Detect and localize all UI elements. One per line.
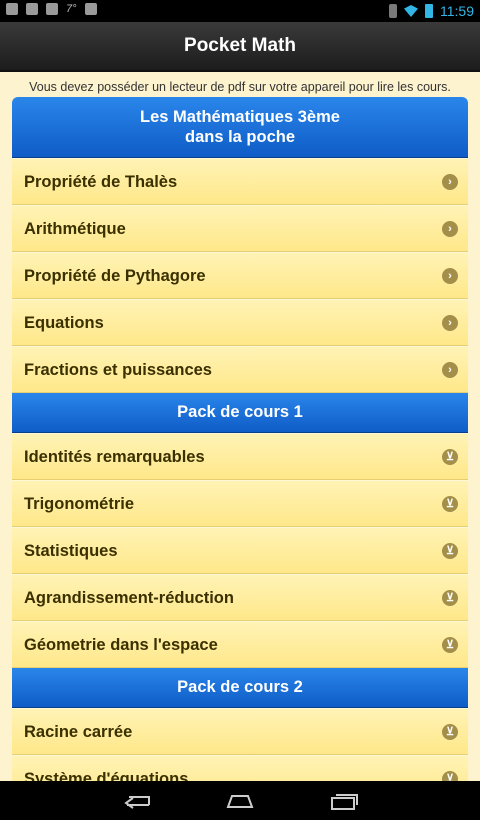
list-item-pythagore[interactable]: Propriété de Pythagore › — [12, 252, 468, 299]
recents-button[interactable] — [320, 787, 368, 815]
cart-icon: ⊻ — [442, 590, 458, 606]
cart-icon: ⊻ — [442, 543, 458, 559]
list-item-statistiques[interactable]: Statistiques ⊻ — [12, 527, 468, 574]
course-list[interactable]: Les Mathématiques 3ème dans la poche Pro… — [12, 97, 468, 781]
list-item-label: Identités remarquables — [24, 448, 205, 466]
list-item-label: Propriété de Thalès — [24, 173, 178, 191]
list-item-systeme[interactable]: Système d'équations ⊻ — [12, 755, 468, 781]
cart-icon: ⊻ — [442, 724, 458, 740]
home-icon — [226, 795, 254, 808]
list-item-racine[interactable]: Racine carrée ⊻ — [12, 708, 468, 755]
arrow-right-icon: › — [442, 362, 458, 378]
list-item-label: Equations — [24, 314, 104, 332]
section-header-pack-1: Pack de cours 1 — [12, 393, 468, 433]
list-item-label: Système d'équations — [24, 770, 189, 781]
arrow-right-icon: › — [442, 221, 458, 237]
back-button[interactable] — [112, 787, 160, 815]
navigation-bar — [0, 781, 480, 820]
cart-icon: ⊻ — [442, 449, 458, 465]
list-item-label: Statistiques — [24, 542, 118, 560]
list-item-arithmetique[interactable]: Arithmétique › — [12, 205, 468, 252]
section-title-line2: dans la poche — [184, 128, 296, 146]
clock: 11:59 — [440, 3, 474, 19]
shield-icon — [6, 3, 18, 15]
system-icons: 11:59 — [389, 3, 474, 19]
list-item-label: Fractions et puissances — [24, 361, 212, 379]
list-item-label: Racine carrée — [24, 723, 133, 741]
game-controller-icon — [84, 3, 97, 15]
notification-icons: 7° — [6, 3, 97, 15]
section-title-line1: Les Mathématiques 3ème — [140, 108, 340, 126]
section-header-pack-2: Pack de cours 2 — [12, 668, 468, 708]
section-header-main: Les Mathématiques 3ème dans la poche — [12, 97, 468, 158]
back-icon — [124, 796, 150, 809]
app-title: Pocket Math — [184, 35, 296, 56]
list-item-geometrie[interactable]: Géometrie dans l'espace ⊻ — [12, 621, 468, 668]
arrow-right-icon: › — [442, 315, 458, 331]
app-bar: Pocket Math — [0, 22, 480, 72]
image-icon — [26, 3, 38, 15]
list-item-agrandissement[interactable]: Agrandissement-réduction ⊻ — [12, 574, 468, 621]
list-item-equations[interactable]: Equations › — [12, 299, 468, 346]
arrow-right-icon: › — [442, 268, 458, 284]
pdf-notice: Vous devez posséder un lecteur de pdf su… — [29, 80, 451, 94]
recents-icon — [331, 794, 358, 810]
arrow-right-icon: › — [442, 174, 458, 190]
status-bar: 7° 11:59 — [0, 0, 480, 22]
weather-temperature: 7° — [66, 3, 77, 15]
bluetooth-icon — [389, 4, 397, 18]
list-item-label: Arithmétique — [24, 220, 126, 238]
mail-icon — [46, 3, 58, 15]
wifi-icon — [404, 5, 418, 17]
list-item-trigonometrie[interactable]: Trigonométrie ⊻ — [12, 480, 468, 527]
cart-icon: ⊻ — [442, 637, 458, 653]
cart-icon: ⊻ — [442, 771, 458, 781]
list-item-identites[interactable]: Identités remarquables ⊻ — [12, 433, 468, 480]
cart-icon: ⊻ — [442, 496, 458, 512]
home-button[interactable] — [216, 787, 264, 815]
list-item-label: Propriété de Pythagore — [24, 267, 206, 285]
list-item-label: Géometrie dans l'espace — [24, 636, 218, 654]
list-item-thales[interactable]: Propriété de Thalès › — [12, 158, 468, 205]
list-item-label: Agrandissement-réduction — [24, 589, 234, 607]
battery-icon — [425, 4, 433, 18]
list-item-label: Trigonométrie — [24, 495, 135, 513]
list-item-fractions[interactable]: Fractions et puissances › — [12, 346, 468, 393]
